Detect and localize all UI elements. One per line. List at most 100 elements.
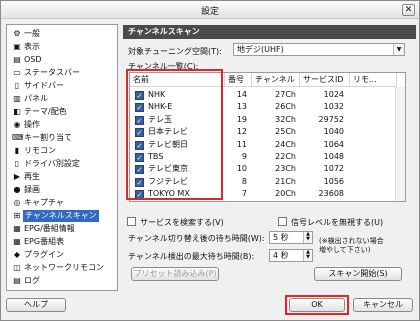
preset-load-button[interactable]: プリセット読み込み(P) [131,267,219,281]
sidebar-item-label: 録画 [24,185,40,194]
table-row[interactable]: ✓ TOKYO MX 7 20Ch 23608 [130,188,405,200]
table-row[interactable]: ✓ テレビ朝日 11 24Ch 1064 [130,139,405,151]
keyboard-icon: ⌨ [12,133,24,142]
title-bar: 設定 ✕ [1,1,419,19]
close-icon[interactable]: ✕ [402,4,415,16]
cell-name: TOKYO MX [148,189,190,199]
channel-enabled-checkbox[interactable]: ✓ [135,91,144,100]
sidebar-item[interactable]: ▭ ステータスバー [7,67,117,79]
ignore-signal-checkbox[interactable] [278,217,287,226]
channel-enabled-checkbox[interactable]: ✓ [135,153,144,162]
sidebar-item[interactable]: ▯ ドライバ別設定 [7,158,117,170]
channel-enabled-checkbox[interactable]: ✓ [135,128,144,138]
ignore-signal-label: 信号レベルを無視する(U) [291,218,384,227]
driver-icon: ▯ [14,159,20,168]
table-row[interactable]: ✓ テレ玉 19 32Ch 29752 [130,114,405,126]
sidebar-item[interactable]: ● 録画 [7,184,117,196]
sidebar-item[interactable]: ◉ 操作 [7,119,117,131]
table-row[interactable]: ✓ テレビ東京 10 23Ch 1072 [130,163,405,175]
sidebar-item[interactable]: ◆ プラグイン [7,249,117,261]
sidebar-item[interactable]: ▥ パネル [7,93,117,105]
sidebar-item-label: ログ [24,276,40,285]
sidebar-item[interactable]: ◎ キャプチャ [7,197,117,209]
sidebar-item[interactable]: ▮ リモコン [7,145,117,157]
cell-number: 12 [236,127,247,137]
cell-name: NHK [148,90,166,99]
channel-list[interactable]: 名前 番号 チャンネル サービスID リモ... ✓ NHK 14 27Ch 1024 ✓… [129,72,406,202]
channel-enabled-checkbox[interactable]: ✓ [135,177,144,187]
sidebar-item-label: 再生 [24,172,40,181]
sidebar-item[interactable]: ⌨ キー割り当て [7,132,117,144]
settings-icon: ⚙ [13,29,21,38]
tuning-space-label: 対象チューニング空間(T): [128,47,222,56]
channel-enabled-checkbox[interactable]: ✓ [135,190,144,200]
cell-channel: 25Ch [275,127,296,137]
statusbar-icon: ▭ [13,68,21,77]
wait-time-input[interactable]: 5 秒 ▲ ▼ [269,231,313,244]
sidebar-item[interactable]: ▤ OSD [7,54,117,66]
max-wait-input[interactable]: 4 秒 ▲ ▼ [269,249,313,262]
cell-sid: 23608 [318,189,344,199]
sidebar-item[interactable]: ◧ テーマ/配色 [7,106,117,118]
cell-number: 10 [236,164,247,174]
sidebar-item-label: 一般 [24,29,40,38]
sidebar-item[interactable]: ▤ ログ [7,275,117,287]
column-remote[interactable]: リモ... [350,73,397,87]
cell-number: 7 [241,189,247,199]
sidebar-item[interactable]: ⊞ チャンネルスキャン [7,210,117,222]
sidebar-item[interactable]: ▣ 表示 [7,41,117,53]
wait-note: (※検出されない場合 増やして下さい) [319,237,384,254]
list-scrollbar[interactable] [395,87,405,201]
ok-button[interactable]: OK [289,298,345,312]
spin-arrows-icon[interactable]: ▲ ▼ [303,250,312,261]
sidebar-item[interactable]: ⚙ 一般 [7,28,117,40]
sidebar-item-label: プラグイン [24,250,64,259]
column-service-id[interactable]: サービスID [300,73,350,87]
table-row[interactable]: ✓ NHK-E 13 26Ch 1032 [130,101,405,113]
sidebar-item[interactable]: ▦ EPG/番組情報 [7,223,117,235]
table-row[interactable]: ✓ NHK 14 27Ch 1024 [130,89,405,101]
help-button[interactable]: ヘルプ [6,298,66,312]
cancel-button[interactable]: キャンセル [353,298,413,312]
sidebar-item[interactable]: ▦ EPG番組表 [7,236,117,248]
max-wait-value: 4 秒 [273,251,289,260]
spin-arrows-icon[interactable]: ▲ ▼ [303,232,312,243]
epg-icon: ▦ [13,224,21,233]
cell-name: テレビ東京 [148,164,188,174]
cell-channel: 32Ch [275,114,296,124]
cell-sid: 1048 [323,152,344,161]
table-row[interactable]: ✓ フジテレビ 8 21Ch 1056 [130,176,405,188]
search-services-checkbox[interactable] [127,217,136,226]
sidebar-item[interactable]: ▯ サイドバー [7,80,117,92]
scan-start-button[interactable]: スキャン開始(S) [314,267,402,281]
settings-dialog: 設定 ✕ ⚙ 一般 ▣ 表示 ▤ OSD ▭ ステータスバー ▯ サイドバー ▥ パネル ◧ テーマ/配色… [0,0,420,321]
window-title: 設定 [200,7,219,17]
play-icon: ▶ [13,172,21,181]
tuning-space-select[interactable]: 地デジ(UHF) ▼ [233,43,405,56]
settings-category-list[interactable]: ⚙ 一般 ▣ 表示 ▤ OSD ▭ ステータスバー ▯ サイドバー ▥ パネル ◧ テーマ/配色 ◉ 操作 ⌨ キ… [6,24,118,291]
table-row[interactable]: ✓ TBS 9 22Ch 1048 [130,151,405,163]
sidebar-item-label: ネットワークリモコン [24,263,104,272]
cell-number: 14 [236,90,247,99]
channel-enabled-checkbox[interactable]: ✓ [135,115,144,125]
cell-name: テレビ朝日 [148,139,188,149]
sidebar-item-label: キー割り当て [24,133,72,142]
tuning-space-value: 地デジ(UHF) [237,45,284,54]
channel-enabled-checkbox[interactable]: ✓ [135,140,144,150]
sidebar-item[interactable]: ▶ 再生 [7,171,117,183]
max-wait-label: チャンネル検出の最大待ち時間(B): [128,252,255,261]
channel-enabled-checkbox[interactable]: ✓ [135,165,144,175]
sidebar-item-label: リモコン [24,146,56,155]
column-name[interactable]: 名前 [130,73,225,87]
table-row[interactable]: ✓ 日本テレビ 12 25Ch 1040 [130,126,405,138]
cell-channel: 22Ch [275,152,296,161]
cell-sid: 1064 [323,139,344,149]
cell-channel: 26Ch [275,102,296,112]
column-number[interactable]: 番号 [225,73,252,87]
sidebar-item-label: チャンネルスキャン [23,210,99,222]
cell-name: 日本テレビ [148,127,188,137]
channel-enabled-checkbox[interactable]: ✓ [135,103,144,113]
sidebar-item[interactable]: ◫ ネットワークリモコン [7,262,117,274]
wait-time-label: チャンネル切り替え後の待ち時間(W): [128,234,265,243]
column-channel[interactable]: チャンネル [252,73,300,87]
